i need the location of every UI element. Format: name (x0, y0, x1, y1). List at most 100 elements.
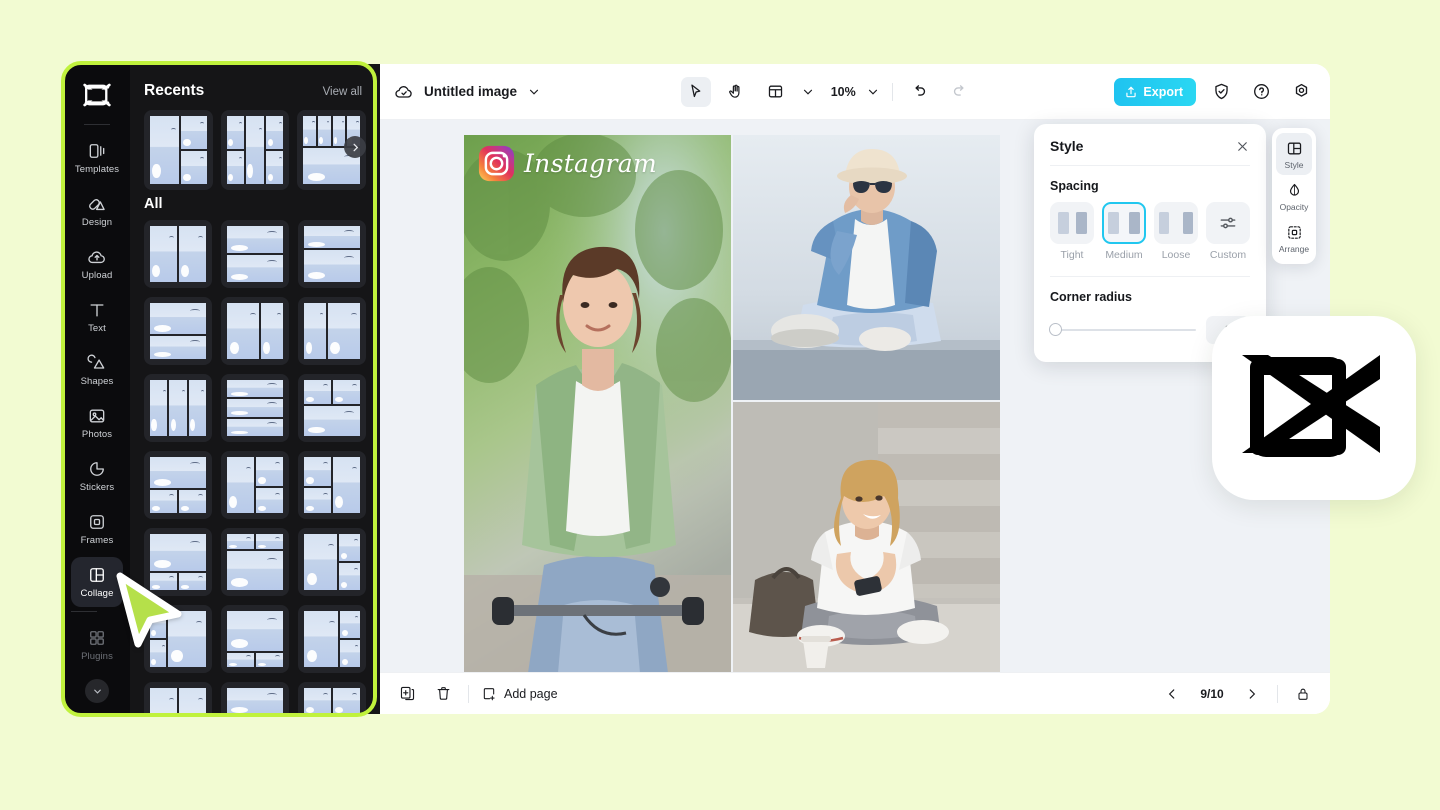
collage-cell (304, 303, 326, 359)
sidebar-item-label: Frames (81, 535, 114, 546)
layout-tool-button[interactable] (761, 77, 791, 107)
shield-button[interactable] (1206, 77, 1236, 107)
template-thumbnail[interactable] (144, 297, 212, 365)
corner-radius-knob[interactable] (1049, 323, 1062, 336)
add-page-button[interactable]: Add page (481, 686, 558, 702)
collage-cell (256, 488, 283, 513)
panel-scrollbar[interactable] (373, 364, 377, 416)
template-thumbnail[interactable] (221, 451, 289, 519)
sidebar-item-photos[interactable]: Photos (71, 398, 123, 448)
template-thumbnail[interactable] (221, 528, 289, 596)
rail-expand-button[interactable] (85, 679, 109, 703)
layout-chevron-down-icon[interactable] (801, 85, 815, 99)
sidebar-item-text[interactable]: Text (71, 292, 123, 342)
sidebar-item-label: Plugins (81, 651, 113, 662)
template-thumbnail[interactable] (144, 682, 212, 714)
template-thumbnail[interactable] (221, 605, 289, 673)
photo-woman-denim[interactable] (733, 135, 1000, 400)
template-thumbnail[interactable] (298, 451, 366, 519)
delete-page-button[interactable] (430, 681, 456, 707)
recent-template-thumbnail[interactable] (221, 110, 290, 190)
duplicate-page-icon (399, 685, 416, 702)
style-divider (1050, 276, 1250, 277)
select-tool-button[interactable] (681, 77, 711, 107)
hand-icon (727, 83, 744, 100)
hand-tool-button[interactable] (721, 77, 751, 107)
collage-cell (304, 226, 360, 249)
view-all-link[interactable]: View all (323, 86, 362, 98)
template-thumbnail[interactable] (221, 220, 289, 288)
collage-cell (179, 688, 206, 714)
spacing-medium[interactable]: Medium (1102, 202, 1146, 261)
vtab-arrange[interactable]: Arrange (1276, 217, 1312, 259)
vtab-opacity-label: Opacity (1280, 202, 1309, 212)
template-thumbnail[interactable] (298, 297, 366, 365)
zoom-level-value: 10% (831, 85, 856, 99)
capcut-logo[interactable] (80, 80, 114, 110)
export-upload-icon (1124, 85, 1138, 99)
next-page-button[interactable] (1239, 681, 1265, 707)
template-thumbnail[interactable] (298, 374, 366, 442)
collage-cell (256, 457, 283, 486)
photo-woman-bicycle[interactable]: Instagram (464, 135, 731, 672)
collage-cell (150, 490, 177, 513)
collage-cell (179, 490, 206, 513)
template-thumbnail[interactable] (298, 220, 366, 288)
duplicate-page-button[interactable] (394, 681, 420, 707)
right-tab-strip: Style Opacity Arrange (1272, 128, 1316, 264)
sidebar-item-label: Design (82, 217, 112, 228)
template-thumbnail[interactable] (298, 605, 366, 673)
sidebar-item-label: Upload (82, 270, 113, 281)
collage-composition[interactable]: Instagram (464, 135, 1000, 672)
template-thumbnail[interactable] (144, 451, 212, 519)
upload-cloud-icon (87, 247, 107, 267)
add-page-icon (481, 686, 497, 702)
help-button[interactable] (1246, 77, 1276, 107)
spacing-custom-box (1206, 202, 1250, 244)
spacing-tight[interactable]: Tight (1050, 202, 1094, 261)
export-button[interactable]: Export (1114, 78, 1196, 106)
collage-cell (227, 653, 254, 667)
prev-page-button[interactable] (1159, 681, 1185, 707)
spacing-loose[interactable]: Loose (1154, 202, 1198, 261)
vtab-style[interactable]: Style (1276, 133, 1312, 175)
spacing-tight-box (1050, 202, 1094, 244)
lock-button[interactable] (1290, 681, 1316, 707)
recent-template-thumbnail[interactable] (144, 110, 213, 190)
template-thumbnail[interactable] (221, 374, 289, 442)
collage-cell (150, 688, 177, 714)
template-thumbnail[interactable] (221, 297, 289, 365)
recents-next-button[interactable] (344, 136, 366, 158)
undo-button[interactable] (905, 77, 935, 107)
sidebar-item-shapes[interactable]: Shapes (71, 345, 123, 395)
corner-radius-slider[interactable] (1050, 329, 1196, 331)
collage-cell (227, 611, 283, 651)
bottom-divider-2 (1277, 685, 1278, 703)
redo-button[interactable] (945, 77, 975, 107)
close-icon[interactable] (1235, 139, 1250, 154)
template-thumbnail[interactable] (144, 374, 212, 442)
sidebar-item-upload[interactable]: Upload (71, 239, 123, 289)
photo-woman-steps[interactable] (733, 402, 1000, 672)
template-thumbnail[interactable] (144, 220, 212, 288)
spacing-custom[interactable]: Custom (1206, 202, 1250, 261)
sidebar-item-frames[interactable]: Frames (71, 504, 123, 554)
instagram-watermark: Instagram (478, 145, 657, 182)
vtab-opacity[interactable]: Opacity (1276, 175, 1312, 217)
sidebar-item-label: Text (88, 323, 106, 334)
collage-cell (266, 116, 283, 149)
vtab-arrange-label: Arrange (1279, 244, 1309, 254)
zoom-chevron-down-icon[interactable] (866, 85, 880, 99)
collage-cell (227, 380, 283, 397)
cloud-saved-icon[interactable] (394, 82, 414, 102)
sidebar-item-stickers[interactable]: Stickers (71, 451, 123, 501)
sidebar-item-design[interactable]: Design (71, 186, 123, 236)
chevron-down-icon[interactable] (527, 85, 541, 99)
template-thumbnail[interactable] (298, 528, 366, 596)
document-title[interactable]: Untitled image (424, 84, 517, 99)
sidebar-item-templates[interactable]: Templates (71, 133, 123, 183)
settings-button[interactable] (1286, 77, 1316, 107)
template-thumbnail[interactable] (298, 682, 366, 714)
undo-icon (911, 83, 928, 100)
template-thumbnail[interactable] (221, 682, 289, 714)
